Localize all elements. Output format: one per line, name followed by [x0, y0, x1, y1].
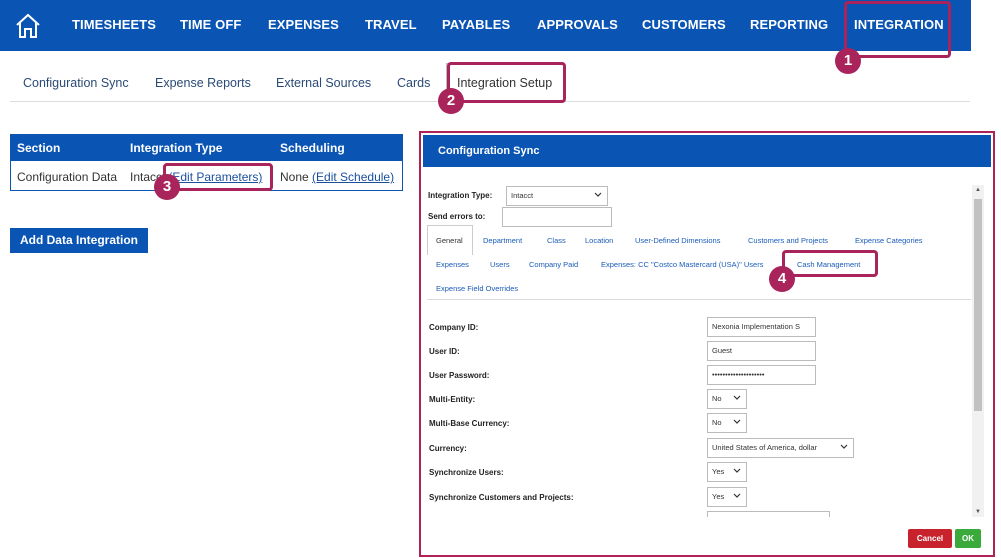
cell-scheduling: None (Edit Schedule): [280, 170, 394, 184]
chevron-down-icon: [733, 419, 741, 424]
cancel-button[interactable]: Cancel: [908, 529, 952, 548]
send-errors-label: Send errors to:: [428, 212, 486, 221]
scroll-thumb[interactable]: [974, 199, 982, 411]
scheduling-text: None: [280, 170, 309, 184]
header-section: Section: [17, 141, 61, 155]
home-icon[interactable]: [14, 12, 42, 40]
callout-box-integration: [844, 1, 951, 58]
table-header: Section Integration Type Scheduling: [11, 135, 402, 161]
subtab-external-sources[interactable]: External Sources: [276, 76, 371, 90]
chevron-down-icon: [733, 493, 741, 498]
top-navigation-bar: TIMESHEETS TIME OFF EXPENSES TRAVEL PAYA…: [0, 0, 971, 51]
company-id-input[interactable]: Nexonia Implementation S: [707, 317, 816, 337]
synchronize-users-select[interactable]: Yes: [707, 462, 747, 482]
user-password-label: User Password:: [429, 371, 490, 380]
chevron-down-icon: [733, 468, 741, 473]
tab-expense-field-overrides[interactable]: Expense Field Overrides: [436, 284, 518, 293]
multi-entity-value: No: [712, 394, 722, 403]
subtab-expense-reports[interactable]: Expense Reports: [155, 76, 251, 90]
dialog-scrollbar[interactable]: ▲ ▼: [972, 185, 984, 517]
tab-expenses-cc-users[interactable]: Expenses: CC "Costco Mastercard (USA)" U…: [601, 260, 763, 269]
callout-badge-1: 1: [835, 48, 861, 74]
nav-approvals[interactable]: APPROVALS: [537, 17, 618, 32]
integration-type-select[interactable]: Intacct: [506, 186, 608, 206]
multi-entity-label: Multi-Entity:: [429, 395, 476, 404]
dialog-header: Configuration Sync: [423, 135, 991, 167]
multi-entity-select[interactable]: No: [707, 389, 747, 409]
nav-timesheets[interactable]: TIMESHEETS: [72, 17, 156, 32]
currency-select[interactable]: United States of America, dollar: [707, 438, 854, 458]
dialog-title: Configuration Sync: [438, 145, 540, 157]
add-data-integration-button[interactable]: Add Data Integration: [10, 228, 148, 253]
tab-divider: [427, 299, 971, 300]
chevron-down-icon: [594, 192, 602, 197]
tab-user-defined-dimensions[interactable]: User-Defined Dimensions: [635, 236, 720, 245]
nav-travel[interactable]: TRAVEL: [365, 17, 417, 32]
synchronize-users-label: Synchronize Users:: [429, 468, 504, 477]
tab-department[interactable]: Department: [483, 236, 522, 245]
subtab-cards[interactable]: Cards: [397, 76, 430, 90]
ok-button[interactable]: OK: [955, 529, 981, 548]
callout-box-cash-management: [782, 250, 878, 277]
tab-class[interactable]: Class: [547, 236, 566, 245]
cell-section: Configuration Data: [17, 170, 118, 184]
tab-expenses[interactable]: Expenses: [436, 260, 469, 269]
tab-general[interactable]: General: [436, 236, 463, 245]
integration-type-value: Intacct: [511, 191, 534, 200]
scroll-down-arrow-icon[interactable]: ▼: [975, 509, 981, 515]
multi-base-currency-value: No: [712, 418, 722, 427]
configuration-sync-dialog: Configuration Sync Integration Type: Int…: [419, 131, 995, 557]
integration-type-label: Integration Type:: [428, 191, 493, 200]
tab-expense-categories[interactable]: Expense Categories: [855, 236, 923, 245]
multi-base-currency-label: Multi-Base Currency:: [429, 419, 510, 428]
synchronize-customers-select[interactable]: Yes: [707, 487, 747, 507]
tab-users[interactable]: Users: [490, 260, 510, 269]
callout-badge-4: 4: [769, 266, 795, 292]
subtab-configuration-sync[interactable]: Configuration Sync: [23, 76, 129, 90]
callout-badge-3: 3: [154, 174, 180, 200]
next-field-partial: [707, 511, 830, 517]
synchronize-customers-label: Synchronize Customers and Projects:: [429, 493, 574, 502]
send-errors-input[interactable]: [502, 207, 612, 227]
nav-reporting[interactable]: REPORTING: [750, 17, 828, 32]
edit-schedule-link[interactable]: (Edit Schedule): [312, 170, 394, 184]
nav-expenses[interactable]: EXPENSES: [268, 17, 339, 32]
scroll-up-arrow-icon[interactable]: ▲: [975, 187, 981, 193]
currency-value: United States of America, dollar: [712, 443, 818, 452]
company-id-label: Company ID:: [429, 323, 479, 332]
tab-company-paid[interactable]: Company Paid: [529, 260, 578, 269]
user-id-label: User ID:: [429, 347, 460, 356]
header-integration-type: Integration Type: [130, 141, 223, 155]
currency-label: Currency:: [429, 444, 467, 453]
tab-customers-and-projects[interactable]: Customers and Projects: [748, 236, 828, 245]
nav-payables[interactable]: PAYABLES: [442, 17, 510, 32]
user-password-input[interactable]: ••••••••••••••••••••: [707, 365, 816, 385]
nav-customers[interactable]: CUSTOMERS: [642, 17, 726, 32]
nav-time-off[interactable]: TIME OFF: [180, 17, 241, 32]
synchronize-customers-value: Yes: [712, 492, 725, 501]
chevron-down-icon: [733, 395, 741, 400]
multi-base-currency-select[interactable]: No: [707, 413, 747, 433]
user-id-input[interactable]: Guest: [707, 341, 816, 361]
callout-badge-2: 2: [438, 88, 464, 114]
chevron-down-icon: [840, 444, 848, 449]
callout-box-integration-setup: [447, 62, 566, 103]
synchronize-users-value: Yes: [712, 467, 725, 476]
tab-location[interactable]: Location: [585, 236, 613, 245]
header-scheduling: Scheduling: [280, 141, 345, 155]
